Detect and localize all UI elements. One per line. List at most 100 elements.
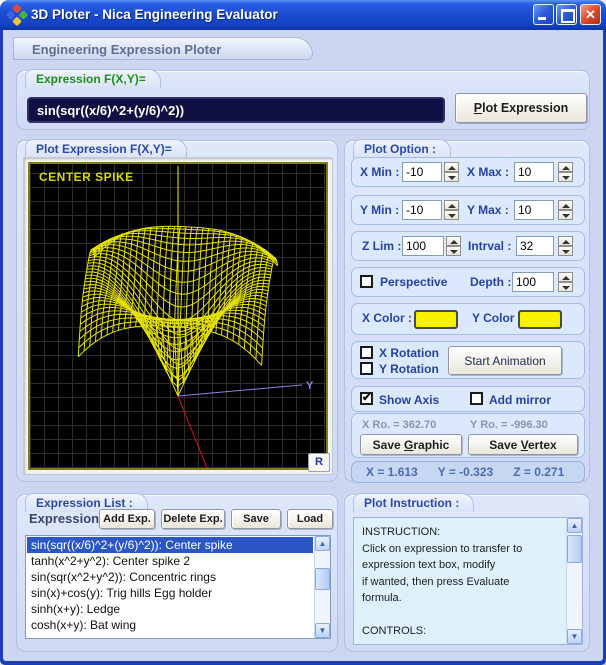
list-item[interactable]: tanh(x^2+y^2): Center spike 2	[27, 553, 313, 569]
interval-label: Intrval :	[468, 239, 511, 253]
save-list-button[interactable]: Save	[231, 509, 281, 529]
maximize-button[interactable]	[556, 4, 577, 25]
y-max-label: Y Max :	[467, 203, 509, 217]
x-min-input[interactable]	[402, 162, 442, 182]
option-row-x-range: X Min : X Max :	[351, 157, 585, 187]
save-vertex-button[interactable]: Save Vertex	[468, 434, 578, 455]
load-list-button[interactable]: Load	[287, 509, 333, 529]
expression-input[interactable]	[27, 97, 445, 123]
expression-items: sin(sqr((x/6)^2+(y/6)^2)): Center spiket…	[27, 537, 313, 633]
perspective-checkbox[interactable]	[360, 275, 373, 288]
spin-down-button[interactable]	[558, 172, 573, 182]
option-row-save: X Ro. = 362.70 Y Ro. = -996.30 Save Grap…	[351, 413, 585, 458]
svg-text:Y: Y	[306, 380, 314, 392]
expression-group: Expression F(X,Y)= Plot Expression	[16, 70, 590, 130]
spin-up-button[interactable]	[444, 200, 459, 210]
y-max-spinner	[558, 200, 573, 220]
x-rotation-label: X Rotation	[379, 346, 439, 360]
spin-down-button[interactable]	[444, 210, 459, 220]
coordinates-readout: X = 1.613 Y = -0.323 Z = 0.271	[351, 461, 585, 483]
tab-label: Engineering Expression Ploter	[14, 38, 312, 57]
x-color-label: X Color :	[362, 311, 412, 325]
start-animation-button[interactable]: Start Animation	[448, 346, 562, 375]
scrollbar-thumb[interactable]	[567, 535, 582, 563]
instruction-text: INSTRUCTION: Click on expression to tran…	[362, 524, 562, 640]
spin-down-button[interactable]	[558, 282, 573, 292]
y-coordinate: Y = -0.323	[438, 465, 494, 479]
option-row-rotation: X Rotation Y Rotation Start Animation	[351, 341, 585, 379]
x-min-label: X Min :	[360, 165, 399, 179]
list-item[interactable]: cosh(x+y): Bat wing	[27, 617, 313, 633]
show-axis-checkbox[interactable]	[360, 392, 373, 405]
list-item[interactable]: sin(sqr((x/6)^2+(y/6)^2)): Center spike	[27, 537, 313, 553]
depth-input[interactable]	[512, 272, 554, 292]
option-row-axis-mirror: Show Axis Add mirror	[351, 386, 585, 412]
spin-down-button[interactable]	[444, 172, 459, 182]
x-color-swatch[interactable]	[414, 310, 458, 329]
plot-group: Plot Expression F(X,Y)= Y CENTER SPIKE R	[16, 140, 338, 482]
plot-option-group-label: Plot Option :	[353, 139, 451, 158]
add-mirror-checkbox[interactable]	[470, 392, 483, 405]
depth-spinner	[558, 272, 573, 292]
y-color-swatch[interactable]	[518, 310, 562, 329]
y-max-input[interactable]	[514, 200, 554, 220]
plot-canvas[interactable]: Y CENTER SPIKE	[28, 162, 328, 470]
plot-group-label: Plot Expression F(X,Y)=	[25, 139, 187, 158]
interval-input[interactable]	[516, 236, 554, 256]
y-rotation-checkbox[interactable]	[360, 362, 373, 375]
spin-up-button[interactable]	[446, 236, 461, 246]
spin-down-button[interactable]	[558, 246, 573, 256]
instruction-scrollbar[interactable]: ▲ ▼	[566, 518, 582, 644]
expression-list-group: Expression List : Expression Add Exp. De…	[16, 494, 338, 652]
expression-listbox[interactable]: sin(sqr((x/6)^2+(y/6)^2)): Center spiket…	[25, 535, 331, 639]
list-scrollbar[interactable]: ▲ ▼	[314, 536, 330, 638]
spin-up-button[interactable]	[558, 200, 573, 210]
window-title: 3D Ploter - Nica Engineering Evaluator	[31, 0, 278, 29]
delete-expression-button[interactable]: Delete Exp.	[161, 509, 225, 529]
save-graphic-button[interactable]: Save Graphic	[360, 434, 462, 455]
list-item[interactable]: sinh(x+y): Ledge	[27, 601, 313, 617]
spin-down-button[interactable]	[558, 210, 573, 220]
spin-up-button[interactable]	[558, 162, 573, 172]
x-max-label: X Max :	[467, 165, 509, 179]
x-max-spinner	[558, 162, 573, 182]
instruction-textarea[interactable]: INSTRUCTION: Click on expression to tran…	[353, 517, 583, 645]
scroll-up-icon[interactable]: ▲	[315, 536, 330, 551]
scroll-up-icon[interactable]: ▲	[567, 518, 582, 533]
y-min-spinner	[444, 200, 459, 220]
x-min-spinner	[444, 162, 459, 182]
plot-3d-mesh: Y	[30, 164, 326, 468]
plot-expression-button[interactable]: Plot Expression	[455, 93, 587, 123]
option-row-perspective-depth: Perspective Depth :	[351, 267, 585, 297]
app-icon	[6, 4, 29, 27]
x-rotation-value: X Ro. = 362.70	[362, 419, 436, 431]
spin-up-button[interactable]	[558, 272, 573, 282]
spin-up-button[interactable]	[444, 162, 459, 172]
spin-down-button[interactable]	[446, 246, 461, 256]
scrollbar-thumb[interactable]	[315, 568, 330, 590]
y-min-label: Y Min :	[360, 203, 399, 217]
title-bar[interactable]: 3D Ploter - Nica Engineering Evaluator ✕	[0, 0, 606, 30]
list-item[interactable]: sin(x)+cos(y): Trig hills Egg holder	[27, 585, 313, 601]
plot-panel: Y CENTER SPIKE R	[23, 157, 333, 475]
y-min-input[interactable]	[402, 200, 442, 220]
scroll-down-icon[interactable]: ▼	[315, 623, 330, 638]
depth-label: Depth :	[470, 275, 511, 289]
show-axis-label: Show Axis	[379, 393, 439, 407]
tab-engineering-expression-ploter[interactable]: Engineering Expression Ploter	[13, 37, 313, 60]
scroll-down-icon[interactable]: ▼	[567, 629, 582, 644]
spin-up-button[interactable]	[558, 236, 573, 246]
plot-title: CENTER SPIKE	[39, 170, 134, 184]
close-button[interactable]: ✕	[580, 4, 601, 25]
y-rotation-label: Y Rotation	[379, 362, 439, 376]
z-lim-input[interactable]	[402, 236, 444, 256]
x-max-input[interactable]	[514, 162, 554, 182]
expression-column-header: Expression	[29, 511, 99, 526]
minimize-button[interactable]	[533, 4, 554, 25]
list-item[interactable]: sin(sqr(x^2+y^2)): Concentric rings	[27, 569, 313, 585]
main-content: Engineering Expression Ploter Expression…	[3, 30, 603, 661]
reset-view-button[interactable]: R	[308, 453, 330, 472]
add-expression-button[interactable]: Add Exp.	[99, 509, 155, 529]
x-rotation-checkbox[interactable]	[360, 346, 373, 359]
z-coordinate: Z = 0.271	[513, 465, 564, 479]
